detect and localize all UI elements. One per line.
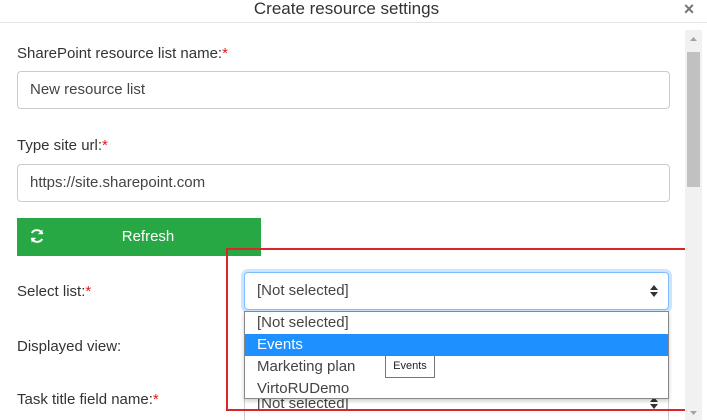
refresh-button[interactable]: Refresh xyxy=(17,218,261,256)
scroll-down-arrow-icon[interactable] xyxy=(685,406,702,420)
list-name-label: SharePoint resource list name:* xyxy=(17,45,228,63)
select-list-label-text: Select list: xyxy=(17,283,86,300)
select-list-dropdown[interactable]: [Not selected] xyxy=(244,272,669,310)
close-icon[interactable]: × xyxy=(680,0,698,19)
required-mark: * xyxy=(152,391,159,408)
scrollbar-thumb[interactable] xyxy=(687,52,700,187)
dialog-scrollbar[interactable] xyxy=(685,30,702,420)
dropdown-option-highlighted[interactable]: Events xyxy=(245,334,668,356)
select-list-label: Select list:* xyxy=(17,283,91,301)
list-name-label-text: SharePoint resource list name: xyxy=(17,45,223,62)
option-tooltip: Events xyxy=(385,355,435,378)
site-url-input[interactable]: https://site.sharepoint.com xyxy=(17,164,670,202)
displayed-view-label: Displayed view: xyxy=(17,338,122,355)
select-list-value: [Not selected] xyxy=(257,282,349,299)
select-list-options: [Not selected] Events Marketing plan Vir… xyxy=(244,311,669,399)
dialog-header: Create resource settings × xyxy=(0,0,707,23)
task-title-label: Task title field name:* xyxy=(17,391,159,409)
site-url-label-text: Type site url: xyxy=(17,137,103,154)
scroll-up-arrow-icon[interactable] xyxy=(685,32,702,46)
list-name-input[interactable]: New resource list xyxy=(17,71,670,109)
dropdown-option[interactable]: VirtoRUDemo xyxy=(245,378,668,400)
required-mark: * xyxy=(102,137,108,154)
create-resource-settings-dialog: Create resource settings × SharePoint re… xyxy=(0,0,707,420)
required-mark: * xyxy=(85,283,92,300)
dropdown-option[interactable]: Marketing plan xyxy=(245,356,668,378)
dropdown-option[interactable]: [Not selected] xyxy=(245,312,668,334)
refresh-button-label: Refresh xyxy=(121,228,175,245)
sort-caret-icon xyxy=(650,285,658,297)
required-mark: * xyxy=(222,45,228,62)
dialog-title: Create resource settings xyxy=(253,0,440,18)
site-url-label: Type site url:* xyxy=(17,137,108,155)
task-title-label-text: Task title field name: xyxy=(17,391,153,408)
